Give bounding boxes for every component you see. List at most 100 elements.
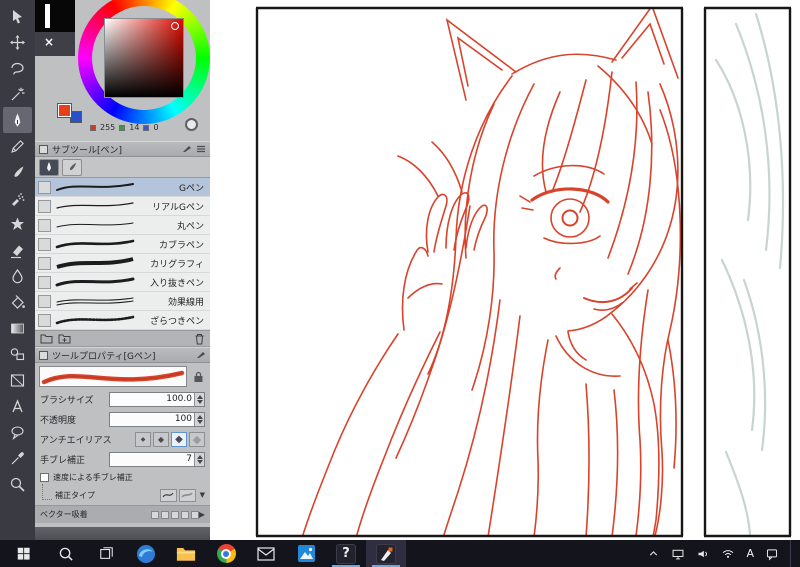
lasso-tool-icon[interactable] [3, 55, 32, 81]
vector-snap-label: ベクター吸着 [40, 510, 88, 519]
photos-app-icon[interactable] [286, 540, 326, 567]
ime-indicator[interactable]: A [746, 547, 754, 560]
opacity-stepper[interactable] [194, 412, 204, 426]
antialias-medium-button[interactable]: ◆ [171, 431, 187, 447]
tree-connector [42, 484, 52, 500]
foreground-color-swatch[interactable] [57, 103, 72, 118]
subtool-item-effect-line[interactable]: 効果線用 [35, 292, 210, 311]
text-tool-icon[interactable] [3, 393, 32, 419]
close-icon[interactable]: × [44, 35, 54, 49]
balloon-tool-icon[interactable] [3, 419, 32, 445]
antialias-none-button[interactable]: ◆ [135, 431, 151, 447]
correction-type-option-a[interactable] [159, 488, 177, 502]
search-button[interactable] [46, 540, 86, 567]
marker-category-button[interactable] [62, 158, 82, 176]
tool-property-rows: ブラシサイズ 100.0 不透明度 100 アンチエイリアス ◆ ◆ ◆ ◆ 手… [35, 389, 210, 527]
figure-tool-icon[interactable] [3, 341, 32, 367]
clip-studio-app-icon[interactable]: ? [326, 540, 366, 567]
lock-icon[interactable] [190, 369, 206, 385]
opacity-slider[interactable]: 100 [109, 411, 205, 427]
clip-studio-paint-icon [376, 543, 396, 564]
brush-stroke-preview [35, 364, 210, 389]
subtool-item-rough-pen[interactable]: ざらつきペン [35, 311, 210, 330]
correction-type-dropdown-icon[interactable]: ▼ [200, 491, 205, 499]
brush-size-slider[interactable]: 100.0 [109, 391, 205, 407]
speed-stabilization-checkbox[interactable] [40, 472, 49, 482]
eyedropper-tool-icon[interactable] [3, 445, 32, 471]
trash-icon[interactable] [194, 333, 205, 345]
hidden-icons-button[interactable] [647, 547, 660, 560]
rough-sketch-lines [714, 12, 785, 535]
antialias-strong-button[interactable]: ◆ [189, 431, 205, 447]
correction-type-label: 補正タイプ [55, 490, 95, 500]
monitor-icon[interactable] [671, 547, 685, 561]
file-explorer-app-icon[interactable] [166, 540, 206, 567]
show-desktop-button[interactable] [790, 540, 794, 567]
panel-column: × 255 14 0 サブツール[ペン] Gペン リアルGペン 丸ペン カブラペ… [35, 0, 210, 540]
pencil-tool-icon[interactable] [3, 133, 32, 159]
windows-taskbar: ? A [0, 540, 800, 567]
pen-tool-icon[interactable] [3, 107, 32, 133]
pen-category-button[interactable] [39, 158, 59, 176]
stabilization-label: 手ブレ補正 [40, 455, 86, 466]
blend-tool-icon[interactable] [3, 263, 32, 289]
subtool-item-real-gpen[interactable]: リアルGペン [35, 197, 210, 216]
stabilization-stepper[interactable] [194, 452, 204, 466]
correction-type-option-b[interactable] [178, 488, 196, 502]
canvas-area[interactable] [210, 0, 800, 540]
mail-app-icon[interactable] [246, 540, 286, 567]
vector-snap-segment[interactable] [190, 510, 199, 519]
task-view-button[interactable] [86, 540, 126, 567]
subtool-label: 丸ペン [176, 221, 204, 232]
subtool-item-calligraphy[interactable]: カリグラフィ [35, 254, 210, 273]
subtool-item-taper-pen[interactable]: 入り抜きペン [35, 273, 210, 292]
panel-menu-icon[interactable] [196, 145, 206, 153]
stabilization-slider[interactable]: 7 [109, 451, 205, 467]
tool-property-panel-header[interactable]: ツールプロパティ[Gペン] [35, 347, 210, 363]
brush-size-stepper[interactable] [194, 392, 204, 406]
clip-studio-icon: ? [336, 543, 356, 564]
action-center-button[interactable] [765, 547, 779, 561]
vector-snap-segment[interactable] [150, 510, 159, 519]
airbrush-tool-icon[interactable] [3, 185, 32, 211]
vector-snap-segment[interactable] [160, 510, 169, 519]
add-subtool-icon[interactable] [58, 333, 71, 344]
subtool-item-maru-pen[interactable]: 丸ペン [35, 216, 210, 235]
blue-value: 0 [153, 123, 159, 132]
zoom-tool-icon[interactable] [3, 471, 32, 497]
eraser-tool-icon[interactable] [3, 237, 32, 263]
edit-pen-icon[interactable] [182, 145, 192, 153]
antialias-weak-button[interactable]: ◆ [153, 431, 169, 447]
start-button[interactable] [0, 540, 46, 567]
gradient-tool-icon[interactable] [3, 315, 32, 341]
clip-studio-paint-app-icon[interactable] [366, 540, 406, 567]
speed-stabilization-label: 速度による手ブレ補正 [53, 472, 133, 482]
action-center-icon [766, 548, 778, 561]
vector-snap-segment[interactable] [170, 510, 179, 519]
saturation-value-square[interactable] [104, 18, 184, 98]
move-tool-icon[interactable] [3, 29, 32, 55]
expand-arrow-icon[interactable]: ▶ [199, 510, 205, 519]
color-wheel-panel: × 255 14 0 [35, 0, 210, 141]
edit-pencil-icon[interactable] [196, 351, 206, 359]
network-icon[interactable] [721, 547, 735, 561]
edge-app-icon[interactable] [126, 540, 166, 567]
subtool-item-gpen[interactable]: Gペン [35, 178, 210, 197]
collapsed-panel-strip[interactable] [35, 0, 75, 32]
new-folder-icon[interactable] [40, 333, 53, 344]
panel-close-area[interactable]: × [35, 32, 75, 56]
decoration-tool-icon[interactable] [3, 211, 32, 237]
volume-icon[interactable] [696, 547, 710, 561]
operation-tool-icon[interactable] [3, 3, 32, 29]
task-view-icon [99, 547, 113, 559]
subtool-panel-header[interactable]: サブツール[ペン] [35, 141, 210, 157]
magic-wand-tool-icon[interactable] [3, 81, 32, 107]
vector-snap-segment[interactable] [180, 510, 189, 519]
subtool-item-kabura-pen[interactable]: カブラペン [35, 235, 210, 254]
panel-grid-icon [39, 350, 48, 360]
fill-tool-icon[interactable] [3, 289, 32, 315]
color-set-icon[interactable] [185, 118, 198, 131]
chrome-app-icon[interactable] [206, 540, 246, 567]
frame-border-tool-icon[interactable] [3, 367, 32, 393]
brush-tool-icon[interactable] [3, 159, 32, 185]
